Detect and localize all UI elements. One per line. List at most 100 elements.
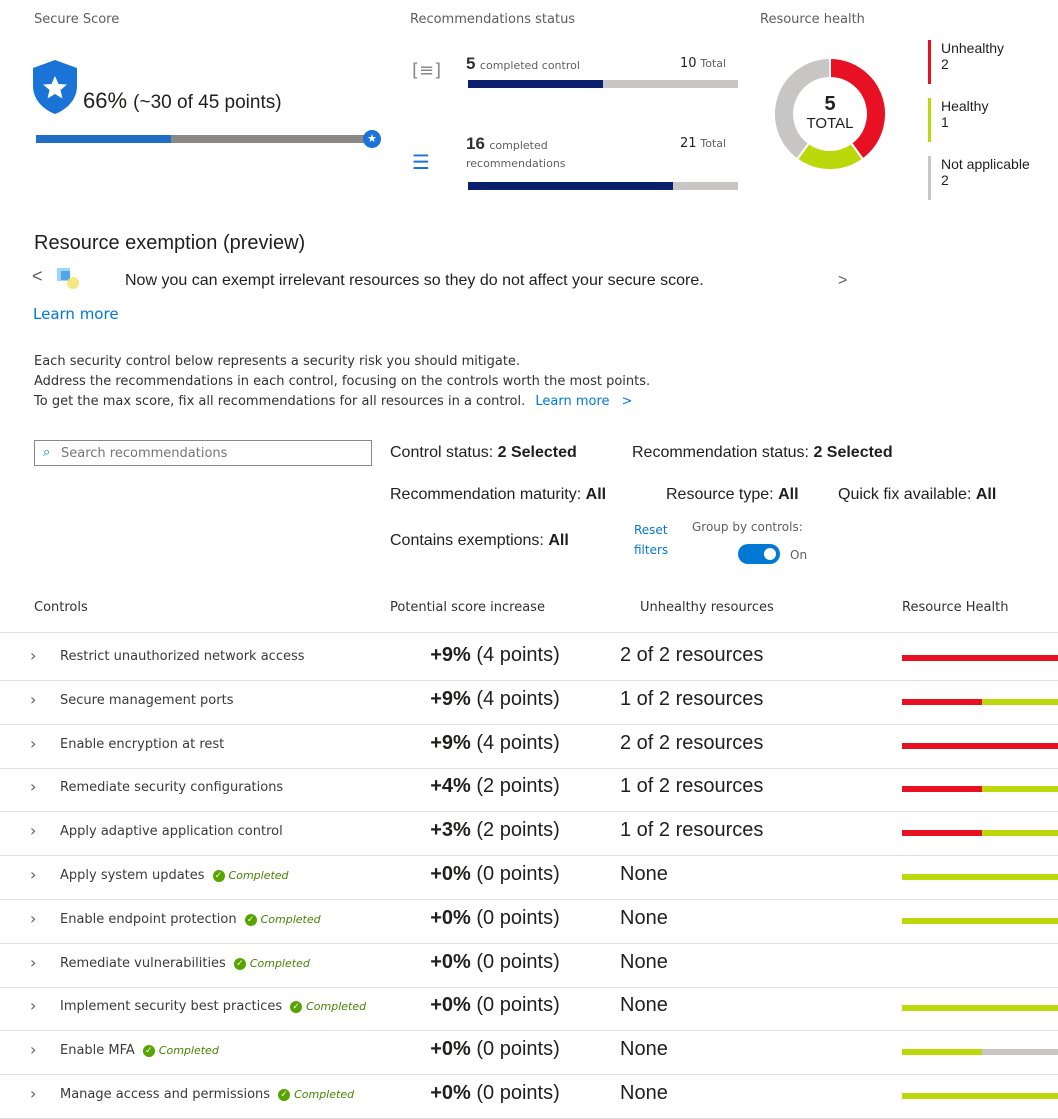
reset-filters-link[interactable]: Reset filters — [634, 520, 668, 560]
potential-score: +9% (4 points) — [430, 732, 560, 754]
checklist-icon: ☰ — [412, 150, 430, 174]
description-line-2: Address the recommendations in each cont… — [34, 374, 651, 389]
expand-chevron-icon[interactable]: › — [30, 821, 36, 840]
potential-score: +9% (4 points) — [430, 644, 560, 666]
unhealthy-resources: None — [620, 863, 668, 885]
health-bar-healthy — [982, 830, 1058, 836]
filter-control-status[interactable]: Control status: 2 Selected — [390, 444, 577, 462]
expand-chevron-icon[interactable]: › — [30, 996, 36, 1015]
control-cell: Enable encryption at rest — [60, 737, 224, 752]
table-row[interactable]: › Enable endpoint protection ✓ Completed +0%… — [0, 899, 1058, 944]
table-row[interactable]: › Apply system updates ✓ Completed +0% (0 po… — [0, 855, 1058, 900]
exemption-prev-button[interactable]: < — [32, 266, 43, 287]
header-potential-score[interactable]: Potential score increase — [390, 600, 545, 615]
unhealthy-resources: None — [620, 907, 668, 929]
expand-chevron-icon[interactable]: › — [30, 1040, 36, 1059]
control-cell: Enable MFA ✓ Completed — [60, 1043, 219, 1058]
expand-chevron-icon[interactable]: › — [30, 1084, 36, 1103]
table-row[interactable]: › Apply adaptive application control +3% (… — [0, 811, 1058, 856]
expand-chevron-icon[interactable]: › — [30, 777, 36, 796]
control-name: Remediate security configurations — [60, 780, 284, 795]
potential-score: +0% (0 points) — [430, 1038, 560, 1060]
unhealthy-resources: None — [620, 1038, 668, 1060]
expand-chevron-icon[interactable]: › — [30, 953, 36, 972]
header-resource-health[interactable]: Resource Health — [902, 600, 1008, 615]
completed-check-icon: ✓ — [290, 1000, 303, 1013]
filter-maturity[interactable]: Recommendation maturity: All — [390, 486, 606, 504]
exemption-learn-more-link[interactable]: Learn more — [33, 305, 119, 323]
completed-check-icon: ✓ — [244, 913, 257, 926]
legend-name: Healthy — [941, 98, 989, 114]
health-bar-unhealthy — [902, 655, 1058, 661]
health-bar-healthy — [902, 918, 1058, 924]
unhealthy-resources: None — [620, 951, 668, 973]
filter-recommendation-status[interactable]: Recommendation status: 2 Selected — [632, 444, 893, 462]
completed-label: Completed — [306, 1000, 367, 1013]
health-bar-healthy — [902, 1049, 982, 1055]
completed-label: Completed — [249, 957, 310, 970]
table-row[interactable]: › Remediate vulnerabilities ✓ Completed +0% … — [0, 943, 1058, 988]
unhealthy-resources: 2 of 2 resources — [620, 644, 764, 666]
unhealthy-resources: 1 of 2 resources — [620, 819, 764, 841]
control-cell: Enable endpoint protection ✓ Completed — [60, 912, 321, 927]
control-name: Implement security best practices — [60, 999, 283, 1014]
health-bar-healthy — [902, 1093, 1058, 1099]
table-row[interactable]: › Secure management ports +9% (4 points) 1 … — [0, 680, 1058, 725]
expand-chevron-icon[interactable]: › — [30, 646, 36, 665]
secure-score-progress — [36, 135, 376, 143]
completed-label: Completed — [260, 913, 321, 926]
search-box[interactable]: ⌕ — [34, 440, 372, 466]
expand-chevron-icon[interactable]: › — [30, 865, 36, 884]
potential-score: +0% (0 points) — [430, 994, 560, 1016]
health-bar-healthy — [902, 1005, 1058, 1011]
control-cell: Apply adaptive application control — [60, 824, 283, 839]
description-arrow-icon[interactable]: > — [622, 394, 633, 409]
legend-value: 1 — [941, 114, 949, 130]
completed-label: Completed — [158, 1044, 219, 1057]
expand-chevron-icon[interactable]: › — [30, 909, 36, 928]
control-name: Apply adaptive application control — [60, 824, 283, 839]
health-legend: Unhealthy 2 Healthy 1 Not applicable 2 — [928, 40, 1030, 214]
secure-score-label: Secure Score — [34, 12, 120, 27]
table-row[interactable]: › Implement security best practices ✓ Compl… — [0, 986, 1058, 1031]
control-name: Enable MFA — [60, 1043, 135, 1058]
completed-check-icon: ✓ — [212, 869, 225, 882]
controls-total: 10 Total — [680, 56, 727, 71]
table-header: Controls Potential score increase Unheal… — [0, 590, 1058, 633]
donut-slice-unhealthy — [829, 56, 887, 161]
header-unhealthy-resources[interactable]: Unhealthy resources — [640, 600, 774, 615]
header-controls[interactable]: Controls — [34, 600, 88, 615]
legend-name: Unhealthy — [941, 40, 1005, 56]
legend-value: 2 — [941, 172, 949, 188]
control-cell: Remediate vulnerabilities ✓ Completed — [60, 956, 310, 971]
group-by-toggle[interactable] — [738, 544, 780, 564]
score-star-icon: ★ — [363, 130, 381, 148]
search-input[interactable] — [61, 443, 361, 463]
health-bar-healthy — [982, 699, 1058, 705]
expand-chevron-icon[interactable]: › — [30, 734, 36, 753]
table-row[interactable]: › Restrict unauthorized network access +9%… — [0, 636, 1058, 681]
health-bar-unhealthy — [902, 786, 982, 792]
table-row[interactable]: › Enable encryption at rest +9% (4 points)… — [0, 724, 1058, 769]
description-line-1: Each security control below represents a… — [34, 354, 521, 369]
toggle-state-label: On — [790, 548, 808, 562]
filter-resource-type[interactable]: Resource type: All — [666, 486, 799, 504]
shield-icon — [30, 58, 80, 121]
exemption-title: Resource exemption (preview) — [34, 232, 306, 254]
potential-score: +0% (0 points) — [430, 863, 560, 885]
health-total-label: TOTAL — [807, 115, 854, 132]
health-bar-unhealthy — [902, 699, 982, 705]
filter-exemptions[interactable]: Contains exemptions: All — [390, 532, 569, 550]
table-row[interactable]: › Manage access and permissions ✓ Completed… — [0, 1074, 1058, 1119]
group-by-label: Group by controls: — [692, 520, 803, 534]
filter-quick-fix[interactable]: Quick fix available: All — [838, 486, 996, 504]
table-row[interactable]: › Remediate security configurations +4% (2… — [0, 767, 1058, 812]
health-total: 5 — [824, 93, 835, 115]
description-learn-more-link[interactable]: Learn more — [535, 394, 609, 409]
expand-chevron-icon[interactable]: › — [30, 690, 36, 709]
table-row[interactable]: › Enable MFA ✓ Completed +0% (0 points) None — [0, 1030, 1058, 1075]
legend-item: Not applicable 2 — [928, 156, 1030, 200]
exemption-next-button[interactable]: > — [838, 272, 847, 290]
control-cell: Implement security best practices ✓ Comple… — [60, 999, 366, 1014]
control-name: Apply system updates — [60, 868, 205, 883]
